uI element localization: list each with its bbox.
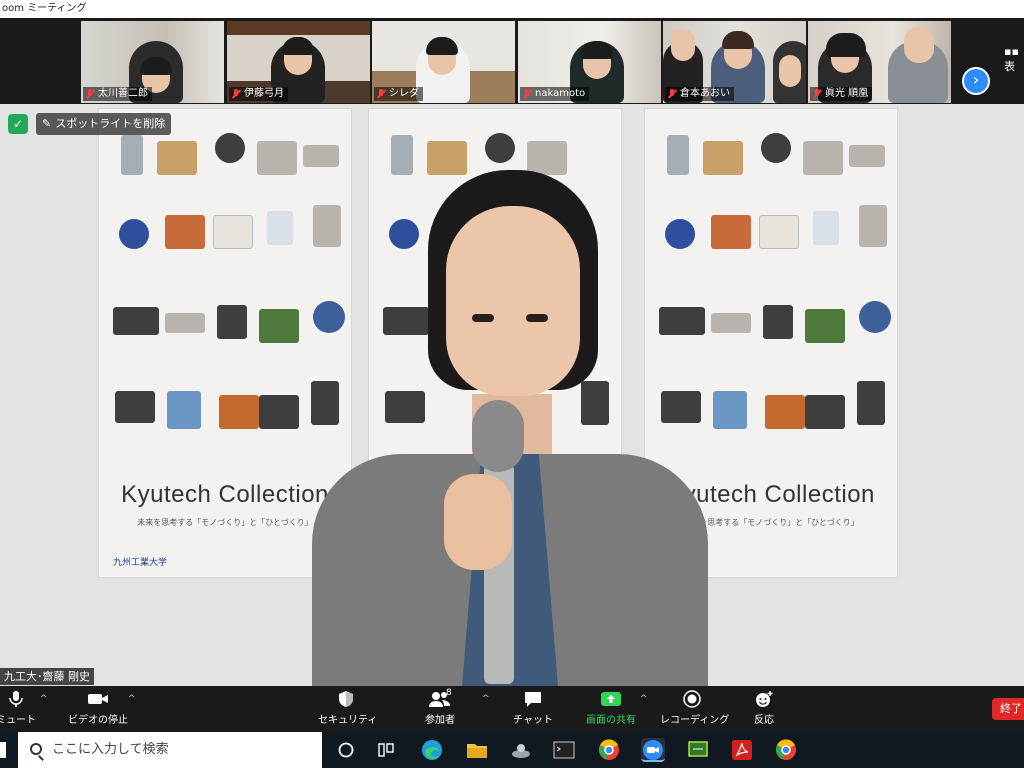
task-view-icon[interactable] xyxy=(374,738,398,762)
remove-spotlight-label: スポットライトを削除 xyxy=(55,117,166,130)
reactions-button[interactable]: 反応 xyxy=(746,690,782,726)
chrome-profile-icon[interactable] xyxy=(597,738,621,762)
participant-name: 太川善二郎 xyxy=(98,88,148,99)
participant-tile[interactable]: 太川善二郎 xyxy=(81,21,224,103)
participant-name: 眞光 順凰 xyxy=(825,88,869,99)
shield-icon xyxy=(318,690,374,708)
chrome-browser-icon[interactable] xyxy=(774,738,798,762)
search-placeholder: ここに入力して検索 xyxy=(52,742,169,757)
participant-name: 倉本あおい xyxy=(680,88,730,99)
security-button[interactable]: セキュリティ xyxy=(318,690,377,726)
window-title: oom ミーティング xyxy=(2,3,87,14)
main-video: Kyutech Collection 未来を思考する「モノづくり」と「ひとづくり… xyxy=(0,104,1024,686)
participant-name-tag: 太川善二郎 xyxy=(83,87,152,101)
participants-options-caret[interactable]: ^ xyxy=(482,694,490,704)
video-camera-icon xyxy=(64,690,132,708)
view-switch-label: 表 xyxy=(1004,60,1015,73)
meeting-toolbar: ミュート ^ ビデオの停止 ^ セキュリティ 8 参加者 ^ チャット 画面の共… xyxy=(0,686,1024,732)
chat-bubble-icon xyxy=(512,690,554,708)
acrobat-reader-icon[interactable] xyxy=(730,738,754,762)
zoom-app-icon[interactable] xyxy=(641,738,665,762)
muted-mic-icon xyxy=(85,89,95,99)
record-icon xyxy=(660,690,724,708)
participants-button[interactable]: 8 参加者 xyxy=(416,688,464,726)
microphone-icon xyxy=(0,690,38,708)
muted-mic-icon xyxy=(667,89,677,99)
edge-browser-icon[interactable] xyxy=(420,738,444,762)
muted-mic-icon xyxy=(376,89,386,99)
dvi-app-icon[interactable] xyxy=(686,738,710,762)
mute-options-caret[interactable]: ^ xyxy=(40,694,48,704)
participant-name: 伊藤弓月 xyxy=(244,88,284,99)
participant-tile[interactable]: 伊藤弓月 xyxy=(227,21,370,103)
mute-button[interactable]: ミュート xyxy=(0,690,38,726)
participant-name-tag: nakamoto xyxy=(520,87,590,101)
view-switch-button[interactable]: ▪▪ 表 xyxy=(1004,45,1024,74)
participant-tile[interactable]: 眞光 順凰 xyxy=(808,21,951,103)
share-screen-icon xyxy=(582,690,640,708)
window-title-bar: oom ミーティング xyxy=(0,0,1024,18)
participant-name: nakamoto xyxy=(535,88,586,99)
participant-name-tag: シレダ xyxy=(374,87,423,101)
terminal-icon[interactable] xyxy=(552,738,576,762)
video-options-caret[interactable]: ^ xyxy=(128,694,136,704)
participant-gallery: 太川善二郎 伊藤弓月 シレダ nakamoto 倉本あおい 眞光 順凰 › ▪▪… xyxy=(0,18,1024,104)
chevron-right-icon: › xyxy=(972,70,980,89)
muted-mic-icon xyxy=(231,89,241,99)
file-explorer-icon[interactable] xyxy=(465,738,489,762)
poster-university: 九州工業大学 xyxy=(113,558,168,568)
windows-taskbar: ここに入力して検索 xyxy=(0,732,1024,768)
pin-icon: ✎ xyxy=(42,117,52,130)
taskbar-search-box[interactable]: ここに入力して検索 xyxy=(18,732,322,768)
remove-spotlight-button[interactable]: ✎ スポットライトを削除 xyxy=(36,113,172,135)
start-button[interactable] xyxy=(0,742,6,758)
muted-mic-icon xyxy=(812,89,822,99)
record-button[interactable]: レコーディング xyxy=(660,690,729,726)
participant-count: 8 xyxy=(446,688,452,698)
share-screen-button[interactable]: 画面の共有 xyxy=(582,690,640,726)
participant-name: シレダ xyxy=(389,88,419,99)
participant-name-tag: 倉本あおい xyxy=(665,87,734,101)
participant-name-tag: 伊藤弓月 xyxy=(229,87,288,101)
share-options-caret[interactable]: ^ xyxy=(640,694,648,704)
gallery-next-button[interactable]: › xyxy=(962,67,990,95)
encryption-shield-icon[interactable]: ✓ xyxy=(8,114,28,134)
participant-tile[interactable]: nakamoto xyxy=(518,21,661,103)
participant-name-tag: 眞光 順凰 xyxy=(810,87,873,101)
muted-mic-icon xyxy=(522,89,532,99)
network-app-icon[interactable] xyxy=(509,738,533,762)
search-icon xyxy=(30,743,42,755)
active-speaker xyxy=(312,164,708,686)
participants-icon: 8 xyxy=(416,688,464,708)
chat-button[interactable]: チャット xyxy=(512,690,554,726)
grid-view-icon: ▪▪ xyxy=(1004,45,1019,58)
participant-tile[interactable]: シレダ xyxy=(372,21,515,103)
end-meeting-button[interactable]: 終了 xyxy=(992,698,1024,720)
smiley-plus-icon xyxy=(746,690,782,708)
speaker-name-tag: 九工大･齋藤 剛史 xyxy=(0,668,94,685)
stop-video-button[interactable]: ビデオの停止 xyxy=(64,690,132,726)
participant-tile[interactable]: 倉本あおい xyxy=(663,21,806,103)
cortana-icon[interactable] xyxy=(334,738,358,762)
